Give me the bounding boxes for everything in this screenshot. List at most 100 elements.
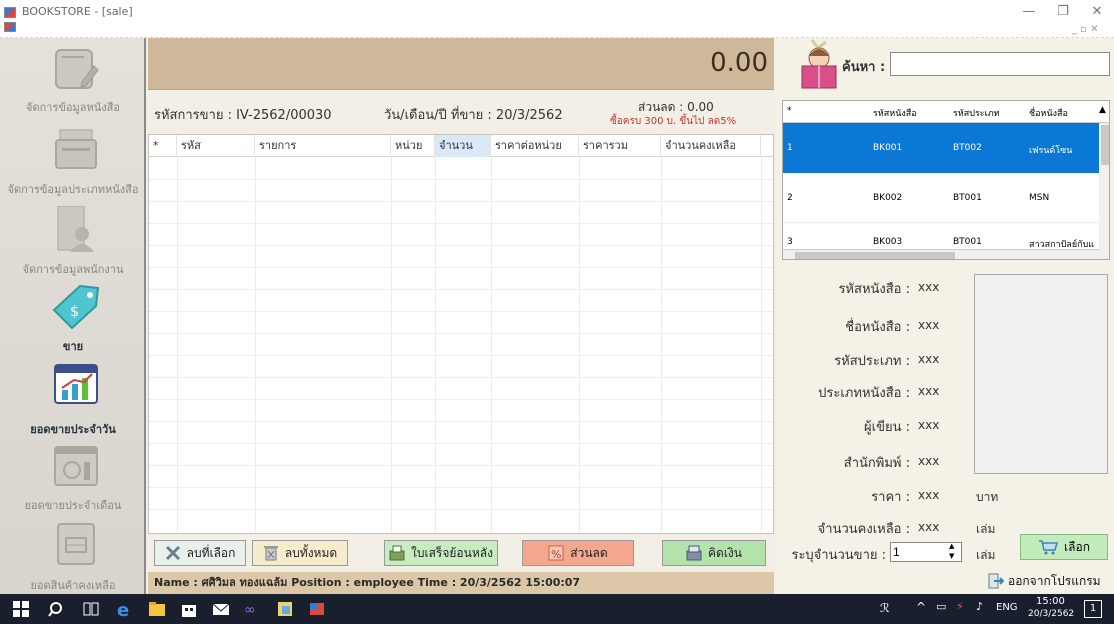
author-label: ผู้เขียน : xyxy=(864,420,910,435)
close-button[interactable]: ✕ xyxy=(1085,4,1109,19)
checkout-button[interactable]: คิดเงิน xyxy=(662,540,766,566)
book-panel: ค้นหา : * รหัสหนังสือ รหัสประเภท ชื่อหนั… xyxy=(776,38,1114,594)
sidebar-item-employees[interactable]: จัดการข้อมูลพนักงาน xyxy=(0,202,146,278)
infinity-app-icon[interactable]: ∞ xyxy=(244,600,262,618)
col-header-stock[interactable]: จำนวนคงเหลือ xyxy=(661,135,761,157)
col-header-qty[interactable]: จำนวน xyxy=(435,135,491,157)
search-icon[interactable] xyxy=(48,600,66,618)
status-bar: Name : ศศิวิมล ทองแฉล้ม Position : emplo… xyxy=(148,572,774,594)
windows-start-icon[interactable] xyxy=(12,600,30,618)
task-view-icon[interactable] xyxy=(82,600,100,618)
qty-input[interactable] xyxy=(893,544,945,560)
language-indicator[interactable]: ENG xyxy=(996,602,1018,613)
sidebar: จัดการข้อมูลหนังสือ จัดการข้อมูลประเภทหน… xyxy=(0,38,146,594)
sidebar-item-inventory[interactable]: ยอดสินค้าคงเหลือ xyxy=(0,518,146,594)
battery-icon[interactable]: ⚡ xyxy=(956,600,964,613)
trash-icon xyxy=(263,545,279,561)
sale-info-bar: รหัสการขาย : IV-2562/00030 วัน/เดือน/ปี … xyxy=(148,90,774,134)
book-col-name[interactable]: ชื่อหนังสือ xyxy=(1029,106,1068,120)
monthly-money-icon xyxy=(54,446,98,486)
col-header-total-price[interactable]: ราคารวม xyxy=(579,135,661,157)
mdi-controls[interactable]: _ ▫ ✕ xyxy=(1072,24,1099,35)
mail-icon[interactable] xyxy=(212,600,230,618)
book-row[interactable]: 3 BK003 BT001 สาวสกาปัลย์กับแ xyxy=(783,223,1099,250)
vertical-scrollbar[interactable] xyxy=(1099,123,1109,259)
book-name-value: xxx xyxy=(918,318,940,332)
author-value: xxx xyxy=(918,418,940,432)
discount-button-label: ส่วนลด xyxy=(570,545,608,560)
scroll-up-icon[interactable]: ▲ xyxy=(1099,105,1106,115)
minimize-button[interactable]: — xyxy=(1017,4,1041,19)
book-id-label: รหัสหนังสือ : xyxy=(838,282,910,297)
window-title: BOOKSTORE - [sale] xyxy=(22,5,133,18)
sidebar-item-daily-sales[interactable]: ยอดขายประจำวัน xyxy=(0,358,146,436)
sale-grid-header: * รหัส รายการ หน่วย จำนวน ราคาต่อหน่วย ร… xyxy=(149,135,773,157)
clock-date[interactable]: 20/3/2562 xyxy=(1028,609,1074,619)
book-row-selected[interactable]: 1 BK001 BT002 เฟรนด์โซน xyxy=(783,123,1099,173)
visual-studio-icon[interactable] xyxy=(276,600,294,618)
svg-text:e: e xyxy=(117,600,129,618)
network-icon[interactable]: ▭ xyxy=(936,600,946,613)
col-header-unit-price[interactable]: ราคาต่อหน่วย xyxy=(491,135,579,157)
mdi-child-icon[interactable] xyxy=(4,22,16,32)
search-label: ค้นหา : xyxy=(842,60,886,75)
book-col-id[interactable]: รหัสหนังสือ xyxy=(873,106,917,120)
sale-items-grid[interactable]: * รหัส รายการ หน่วย จำนวน ราคาต่อหน่วย ร… xyxy=(148,134,774,534)
stock-value: xxx xyxy=(918,520,940,534)
stepper-down-icon[interactable]: ▼ xyxy=(949,552,954,560)
price-tag-icon: $ xyxy=(52,284,100,330)
book-row-type: BT001 xyxy=(953,237,982,247)
horizontal-scrollbar[interactable] xyxy=(783,249,1099,259)
clock-time[interactable]: 15:00 xyxy=(1036,596,1065,607)
file-explorer-icon[interactable] xyxy=(148,600,166,618)
book-row-num: 1 xyxy=(787,143,793,153)
publisher-label: สำนักพิมพ์ : xyxy=(843,456,910,471)
search-input[interactable] xyxy=(890,52,1110,76)
stepper-up-icon[interactable]: ▲ xyxy=(949,542,954,550)
type-name-value: xxx xyxy=(918,384,940,398)
book-row[interactable]: 2 BK002 BT001 MSN xyxy=(783,173,1099,223)
col-header-item[interactable]: รายการ xyxy=(255,135,391,157)
restore-button[interactable]: ❐ xyxy=(1051,4,1075,19)
book-row-id: BK001 xyxy=(873,143,903,153)
store-icon[interactable] xyxy=(180,600,198,618)
sidebar-item-book-types[interactable]: จัดการข้อมูลประเภทหนังสือ xyxy=(0,122,146,198)
app-icon xyxy=(4,7,16,18)
sidebar-label-monthly-sales: ยอดขายประจำเดือน xyxy=(24,499,122,512)
stock-label: จำนวนคงเหลือ : xyxy=(817,522,910,537)
notification-icon[interactable]: 1 xyxy=(1084,600,1102,618)
tray-expand-icon[interactable]: ^ xyxy=(916,600,926,614)
sidebar-label-daily-sales: ยอดขายประจำวัน xyxy=(30,423,116,436)
cash-register-icon xyxy=(686,545,702,561)
book-row-type: BT002 xyxy=(953,143,982,153)
inventory-icon xyxy=(57,523,95,565)
delete-all-button[interactable]: ลบทั้งหมด xyxy=(252,540,348,566)
col-header-code[interactable]: รหัส xyxy=(177,135,255,157)
book-col-type[interactable]: รหัสประเภท xyxy=(953,106,1000,120)
discount-button[interactable]: % ส่วนลด xyxy=(522,540,634,566)
col-header-unit[interactable]: หน่วย xyxy=(391,135,435,157)
book-grid[interactable]: * รหัสหนังสือ รหัสประเภท ชื่อหนังสือ ▲ 1… xyxy=(782,100,1110,260)
exit-program-button[interactable]: ออกจากโปรแกรม xyxy=(988,570,1112,592)
book-row-num: 2 xyxy=(787,193,793,203)
book-row-name: MSN xyxy=(1029,193,1050,203)
book-grid-header: * รหัสหนังสือ รหัสประเภท ชื่อหนังสือ ▲ xyxy=(783,101,1109,123)
sidebar-item-monthly-sales[interactable]: ยอดขายประจำเดือน xyxy=(0,442,146,518)
qty-stepper[interactable]: ▲ ▼ xyxy=(890,542,962,562)
people-icon[interactable]: ℛ xyxy=(880,601,890,615)
receipt-history-button[interactable]: ใบเสร็จย้อนหลัง xyxy=(384,540,498,566)
bookstore-app-icon[interactable] xyxy=(308,600,326,618)
exit-program-label: ออกจากโปรแกรม xyxy=(1008,573,1101,588)
sale-date-label: วัน/เดือน/ปี ที่ขาย : 20/3/2562 xyxy=(384,108,563,123)
taskbar: e ∞ ℛ ^ ▭ ⚡ ♪ ENG 15:00 20/3/2562 1 xyxy=(0,594,1114,624)
type-name-label: ประเภทหนังสือ : xyxy=(818,386,910,401)
sidebar-item-sell[interactable]: $ ขาย xyxy=(0,282,146,358)
sidebar-label-employees: จัดการข้อมูลพนักงาน xyxy=(22,263,124,276)
edge-browser-icon[interactable]: e xyxy=(116,600,134,618)
daily-chart-icon xyxy=(54,364,98,404)
sidebar-item-books[interactable]: จัดการข้อมูลหนังสือ xyxy=(0,44,146,120)
volume-icon[interactable]: ♪ xyxy=(976,600,983,613)
delete-selected-button[interactable]: ลบที่เลือก xyxy=(154,540,246,566)
select-book-button[interactable]: เลือก xyxy=(1020,534,1108,560)
price-label: ราคา : xyxy=(871,490,910,505)
